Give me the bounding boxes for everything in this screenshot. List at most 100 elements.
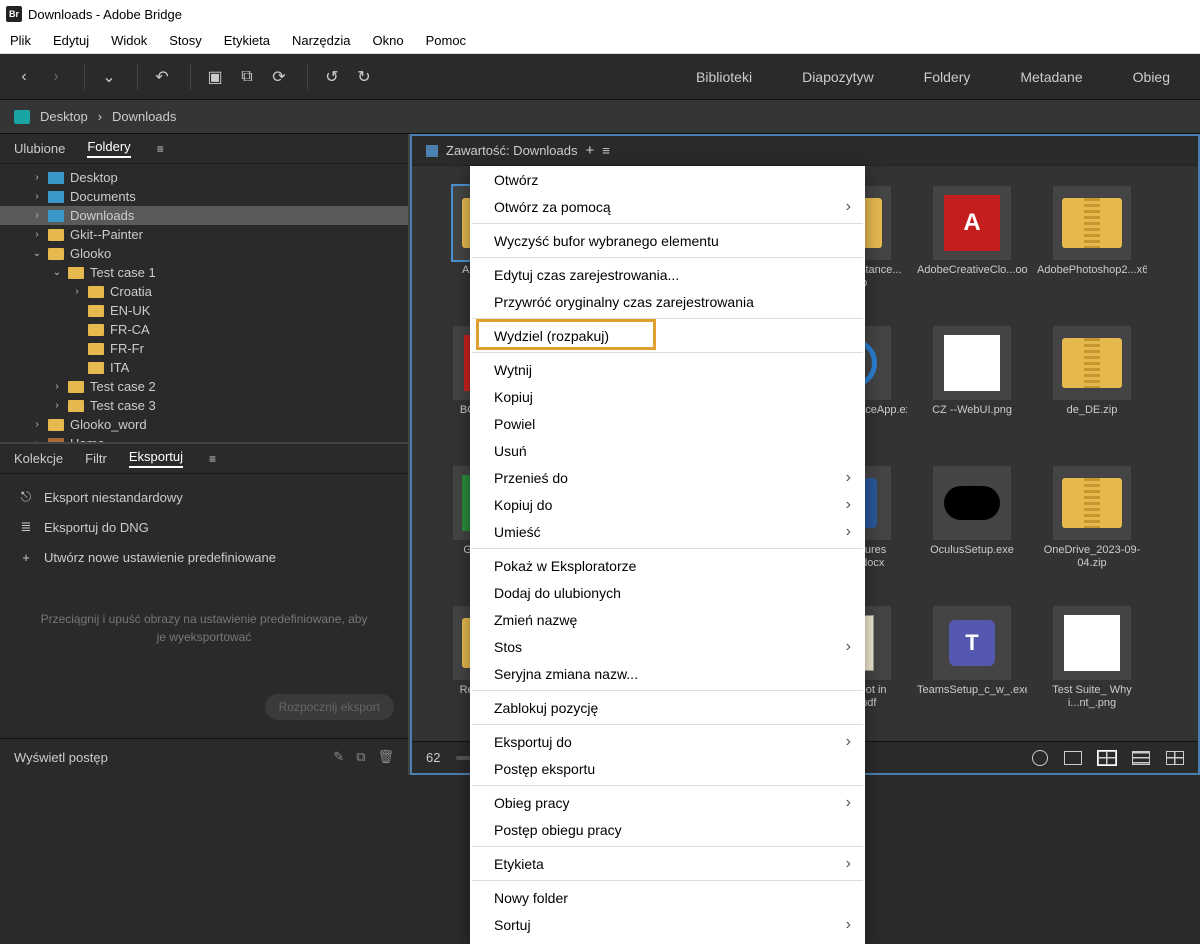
chevron-icon[interactable]: ›: [32, 210, 42, 221]
refresh-icon[interactable]: ⟳: [265, 63, 293, 91]
context-menu-item[interactable]: Sortuj: [470, 911, 865, 938]
context-menu-item[interactable]: Nowy folder: [470, 884, 865, 911]
context-menu-item[interactable]: Zmień nazwę: [470, 606, 865, 633]
tree-item[interactable]: ›Downloads: [0, 206, 408, 225]
chevron-icon[interactable]: ›: [52, 400, 62, 411]
boomerang-icon[interactable]: ↶: [148, 63, 176, 91]
hamburger-icon[interactable]: ≡: [157, 142, 164, 156]
workspace-metadata[interactable]: Metadane: [1020, 69, 1082, 85]
context-menu-item[interactable]: Seryjna zmiana nazw...: [470, 660, 865, 687]
chevron-icon[interactable]: ›: [32, 172, 42, 183]
context-menu[interactable]: OtwórzOtwórz za pomocą Wyczyść bufor wybr…: [470, 166, 865, 944]
context-menu-item[interactable]: Stos: [470, 633, 865, 660]
tree-item[interactable]: EN-UK: [0, 301, 408, 320]
context-menu-item[interactable]: Wyczyść bufor wybranego elementu: [470, 227, 865, 254]
context-menu-item[interactable]: Przenieś do: [470, 464, 865, 491]
menu-view[interactable]: Widok: [111, 33, 147, 48]
context-menu-item[interactable]: Powiel: [470, 410, 865, 437]
export-preset-row[interactable]: +Utwórz nowe ustawienie predefiniowane: [0, 542, 408, 572]
context-menu-item[interactable]: Wytnij: [470, 356, 865, 383]
nav-forward-icon[interactable]: ›: [42, 63, 70, 91]
tab-folders[interactable]: Foldery: [87, 139, 130, 158]
tree-item[interactable]: ›Test case 2: [0, 377, 408, 396]
menu-edit[interactable]: Edytuj: [53, 33, 89, 48]
thumbnail[interactable]: CZ --WebUI.png: [912, 326, 1032, 466]
context-menu-item[interactable]: Dodaj do ulubionych: [470, 579, 865, 606]
workspace-workflow[interactable]: Obieg: [1133, 69, 1170, 85]
context-menu-item[interactable]: Postęp eksportu: [470, 755, 865, 782]
chevron-icon[interactable]: ⌄: [52, 267, 62, 278]
menu-help[interactable]: Pomoc: [426, 33, 466, 48]
context-menu-item[interactable]: Kopiuj do: [470, 491, 865, 518]
workspace-filmstrip[interactable]: Diapozytyw: [802, 69, 874, 85]
tree-item[interactable]: ›Croatia: [0, 282, 408, 301]
chevron-icon[interactable]: ›: [32, 229, 42, 240]
tab-collections[interactable]: Kolekcje: [14, 451, 63, 466]
thumbnail[interactable]: AdobePhotoshop2...x64.zip: [1032, 186, 1152, 326]
context-menu-item[interactable]: Wydziel (rozpakuj): [470, 322, 865, 349]
hamburger-icon[interactable]: ≡: [209, 452, 216, 466]
context-menu-item[interactable]: Etykieta: [470, 850, 865, 877]
context-menu-item[interactable]: Obieg pracy: [470, 789, 865, 816]
tree-item[interactable]: ›Home: [0, 434, 408, 444]
trash-icon[interactable]: 🗑: [377, 749, 394, 765]
hamburger-icon[interactable]: ≡: [602, 143, 610, 158]
context-menu-item[interactable]: Otwórz: [470, 166, 865, 193]
tree-item[interactable]: ITA: [0, 358, 408, 377]
tree-item[interactable]: ›Desktop: [0, 168, 408, 187]
add-tab-icon[interactable]: +: [586, 142, 595, 159]
chevron-icon[interactable]: ›: [72, 286, 82, 297]
camera-icon[interactable]: ▣: [201, 63, 229, 91]
tree-item[interactable]: FR-Fr: [0, 339, 408, 358]
thumbnail[interactable]: TTeamsSetup_c_w_.exe: [912, 606, 1032, 746]
nav-back-icon[interactable]: ‹: [10, 63, 38, 91]
tree-item[interactable]: ⌄Test case 1: [0, 263, 408, 282]
rotate-ccw-icon[interactable]: ↺: [318, 63, 346, 91]
reveal-icon[interactable]: ⌄: [95, 63, 123, 91]
context-menu-item[interactable]: Otwórz za pomocą: [470, 193, 865, 220]
breadcrumb-root[interactable]: Desktop: [40, 109, 88, 124]
export-preset-row[interactable]: ⎋Eksport niestandardowy: [0, 482, 408, 512]
thumbnail[interactable]: de_DE.zip: [1032, 326, 1152, 466]
context-menu-item[interactable]: Edytuj czas zarejestrowania...: [470, 261, 865, 288]
thumbnail[interactable]: AAdobeCreativeClo...ool.exe: [912, 186, 1032, 326]
menu-window[interactable]: Okno: [373, 33, 404, 48]
folder-tree[interactable]: ›Desktop›Documents›Downloads›Gkit--Paint…: [0, 164, 408, 444]
breadcrumb-current[interactable]: Downloads: [112, 109, 176, 124]
context-menu-item[interactable]: Przywróć oryginalny czas zarejestrowania: [470, 288, 865, 315]
view-details-icon[interactable]: [1166, 751, 1184, 765]
context-menu-item[interactable]: Usuń: [470, 437, 865, 464]
chevron-icon[interactable]: ⌄: [32, 248, 42, 259]
view-single-icon[interactable]: [1064, 751, 1082, 765]
tree-item[interactable]: ›Gkit--Painter: [0, 225, 408, 244]
context-menu-item[interactable]: Kopiuj: [470, 383, 865, 410]
context-menu-item[interactable]: Pokaż w Eksploratorze: [470, 552, 865, 579]
edit-icon[interactable]: ✎: [333, 749, 344, 765]
thumbnail[interactable]: Test Suite_ Why i...nt_.png: [1032, 606, 1152, 746]
context-menu-item[interactable]: Zablokuj pozycję: [470, 694, 865, 721]
view-circle-icon[interactable]: [1032, 750, 1048, 766]
chevron-icon[interactable]: ›: [32, 419, 42, 430]
tab-favorites[interactable]: Ulubione: [14, 141, 65, 156]
tree-item[interactable]: ›Test case 3: [0, 396, 408, 415]
thumbnail[interactable]: OculusSetup.exe: [912, 466, 1032, 606]
duplicate-icon[interactable]: ⧉: [356, 749, 365, 765]
context-menu-item[interactable]: Postęp obiegu pracy: [470, 816, 865, 843]
menu-tools[interactable]: Narzędzia: [292, 33, 351, 48]
workspace-libraries[interactable]: Biblioteki: [696, 69, 752, 85]
context-menu-item[interactable]: Umieść: [470, 518, 865, 545]
thumbnail[interactable]: OneDrive_2023-09-04.zip: [1032, 466, 1152, 606]
chevron-icon[interactable]: ›: [32, 191, 42, 202]
tree-item[interactable]: ›Glooko_word: [0, 415, 408, 434]
tab-filter[interactable]: Filtr: [85, 451, 107, 466]
view-grid-icon[interactable]: [1098, 751, 1116, 765]
show-progress-label[interactable]: Wyświetl postęp: [14, 750, 108, 765]
rotate-cw-icon[interactable]: ↻: [350, 63, 378, 91]
menu-file[interactable]: Plik: [10, 33, 31, 48]
chevron-icon[interactable]: ›: [52, 381, 62, 392]
context-menu-item[interactable]: Eksportuj do: [470, 728, 865, 755]
menu-stacks[interactable]: Stosy: [169, 33, 202, 48]
tree-item[interactable]: ›Documents: [0, 187, 408, 206]
copy-icon[interactable]: ⧉: [233, 63, 261, 91]
export-preset-row[interactable]: ≣Eksportuj do DNG: [0, 512, 408, 542]
